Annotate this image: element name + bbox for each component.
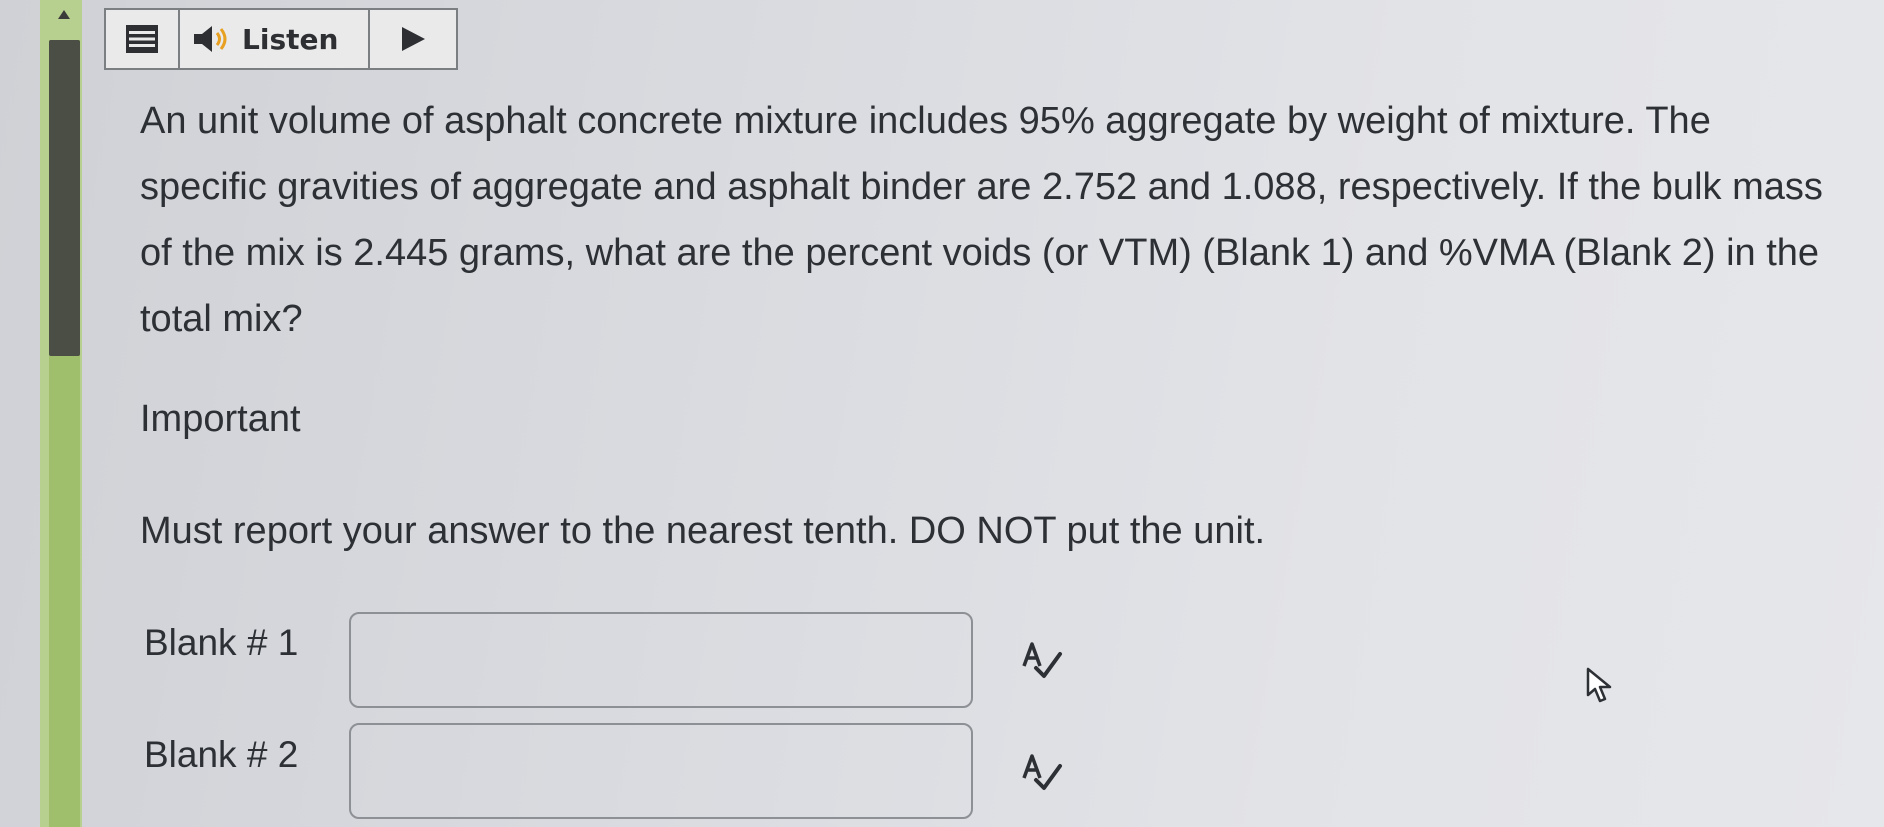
scrollbar-thumb[interactable]: [49, 40, 80, 356]
play-icon: [402, 27, 425, 51]
blank-2-input[interactable]: [349, 723, 973, 819]
blank-2-label: Blank # 2: [144, 734, 299, 775]
blank-1-label: Blank # 1: [144, 622, 299, 663]
speaker-icon: [194, 26, 227, 52]
listen-label: Listen: [242, 22, 339, 56]
important-heading: Important: [140, 398, 301, 440]
blank-1-input[interactable]: [349, 612, 973, 708]
listen-button[interactable]: Listen: [180, 10, 370, 68]
play-button[interactable]: [370, 10, 456, 68]
listen-toolbar: Listen: [104, 8, 458, 70]
instruction-text: Must report your answer to the nearest t…: [140, 510, 1266, 552]
spellcheck-icon[interactable]: [1018, 636, 1066, 684]
scroll-up-arrow-icon[interactable]: [58, 10, 70, 19]
mouse-cursor-icon: [1586, 667, 1612, 703]
spellcheck-icon[interactable]: [1018, 748, 1066, 796]
menu-button[interactable]: [106, 10, 180, 68]
question-text: An unit volume of asphalt concrete mixtu…: [140, 100, 1823, 340]
hamburger-menu-icon: [126, 25, 158, 53]
